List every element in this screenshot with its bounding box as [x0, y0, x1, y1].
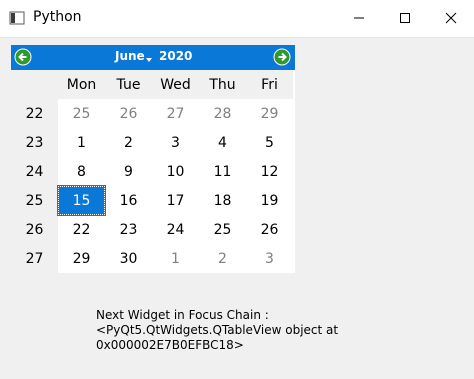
- title-bar: Python: [0, 0, 474, 38]
- day-cell[interactable]: 28: [199, 99, 246, 128]
- day-cell[interactable]: 1: [152, 244, 199, 273]
- focus-chain-line-3: 0x000002E7B0EFBC18>: [96, 338, 244, 352]
- day-cell[interactable]: 12: [246, 157, 293, 186]
- week-number: 27: [25, 250, 44, 267]
- close-icon: [445, 12, 457, 24]
- focus-chain-label: Next Widget in Focus Chain : <PyQt5.QtWi…: [96, 308, 376, 353]
- prev-month-button[interactable]: [14, 48, 32, 66]
- day-cell[interactable]: 25: [199, 215, 246, 244]
- day-cell[interactable]: 22: [58, 215, 105, 244]
- week-number: 24: [25, 163, 44, 180]
- day-cell[interactable]: 30: [105, 244, 152, 273]
- day-cell[interactable]: 5: [246, 128, 293, 157]
- minimize-button[interactable]: [336, 0, 382, 37]
- day-cell[interactable]: 29: [58, 244, 105, 273]
- window-title: Python: [33, 9, 82, 25]
- day-header: Mon: [58, 70, 105, 99]
- week-number: 26: [25, 221, 44, 238]
- month-selector[interactable]: June: [115, 49, 145, 63]
- day-cell[interactable]: 11: [199, 157, 246, 186]
- day-cell[interactable]: 17: [152, 186, 199, 215]
- close-button[interactable]: [428, 0, 474, 37]
- next-month-button[interactable]: [273, 48, 291, 66]
- day-cell[interactable]: 26: [105, 99, 152, 128]
- calendar-widget: June 2020 Mon Tue Wed Thu Fri 22 25 26 2…: [11, 45, 295, 273]
- day-cell[interactable]: 18: [199, 186, 246, 215]
- day-cell[interactable]: 8: [58, 157, 105, 186]
- day-cell[interactable]: 9: [105, 157, 152, 186]
- focus-chain-line-2: <PyQt5.QtWidgets.QTableView object at: [96, 323, 339, 337]
- month-dropdown-icon: [146, 58, 152, 62]
- minimize-icon: [354, 17, 364, 19]
- day-header: Tue: [105, 70, 152, 99]
- day-cell[interactable]: 2: [199, 244, 246, 273]
- maximize-button[interactable]: [382, 0, 428, 37]
- day-cell[interactable]: 3: [246, 244, 293, 273]
- day-cell[interactable]: 25: [58, 99, 105, 128]
- day-cell[interactable]: 19: [246, 186, 293, 215]
- day-cell[interactable]: 10: [152, 157, 199, 186]
- day-cell[interactable]: 24: [152, 215, 199, 244]
- day-cell[interactable]: 4: [199, 128, 246, 157]
- day-cell[interactable]: 1: [58, 128, 105, 157]
- day-cell[interactable]: 3: [152, 128, 199, 157]
- week-number: 23: [25, 134, 44, 151]
- day-cell[interactable]: 16: [105, 186, 152, 215]
- selected-day-cell[interactable]: 15: [57, 185, 106, 216]
- day-cell[interactable]: 23: [105, 215, 152, 244]
- year-selector[interactable]: 2020: [159, 49, 192, 63]
- day-cell[interactable]: 26: [246, 215, 293, 244]
- focus-chain-line-1: Next Widget in Focus Chain :: [96, 308, 269, 322]
- day-header: Wed: [152, 70, 199, 99]
- week-number: 25: [25, 192, 44, 209]
- day-header: Thu: [199, 70, 246, 99]
- week-number: 22: [25, 105, 44, 122]
- day-cell[interactable]: 2: [105, 128, 152, 157]
- day-header: Fri: [246, 70, 293, 99]
- day-cell[interactable]: 29: [246, 99, 293, 128]
- day-cell[interactable]: 27: [152, 99, 199, 128]
- app-window-icon: [9, 11, 25, 25]
- calendar-navigation-bar: June 2020: [11, 45, 295, 70]
- corner-header: [11, 70, 58, 99]
- maximize-icon: [400, 13, 410, 23]
